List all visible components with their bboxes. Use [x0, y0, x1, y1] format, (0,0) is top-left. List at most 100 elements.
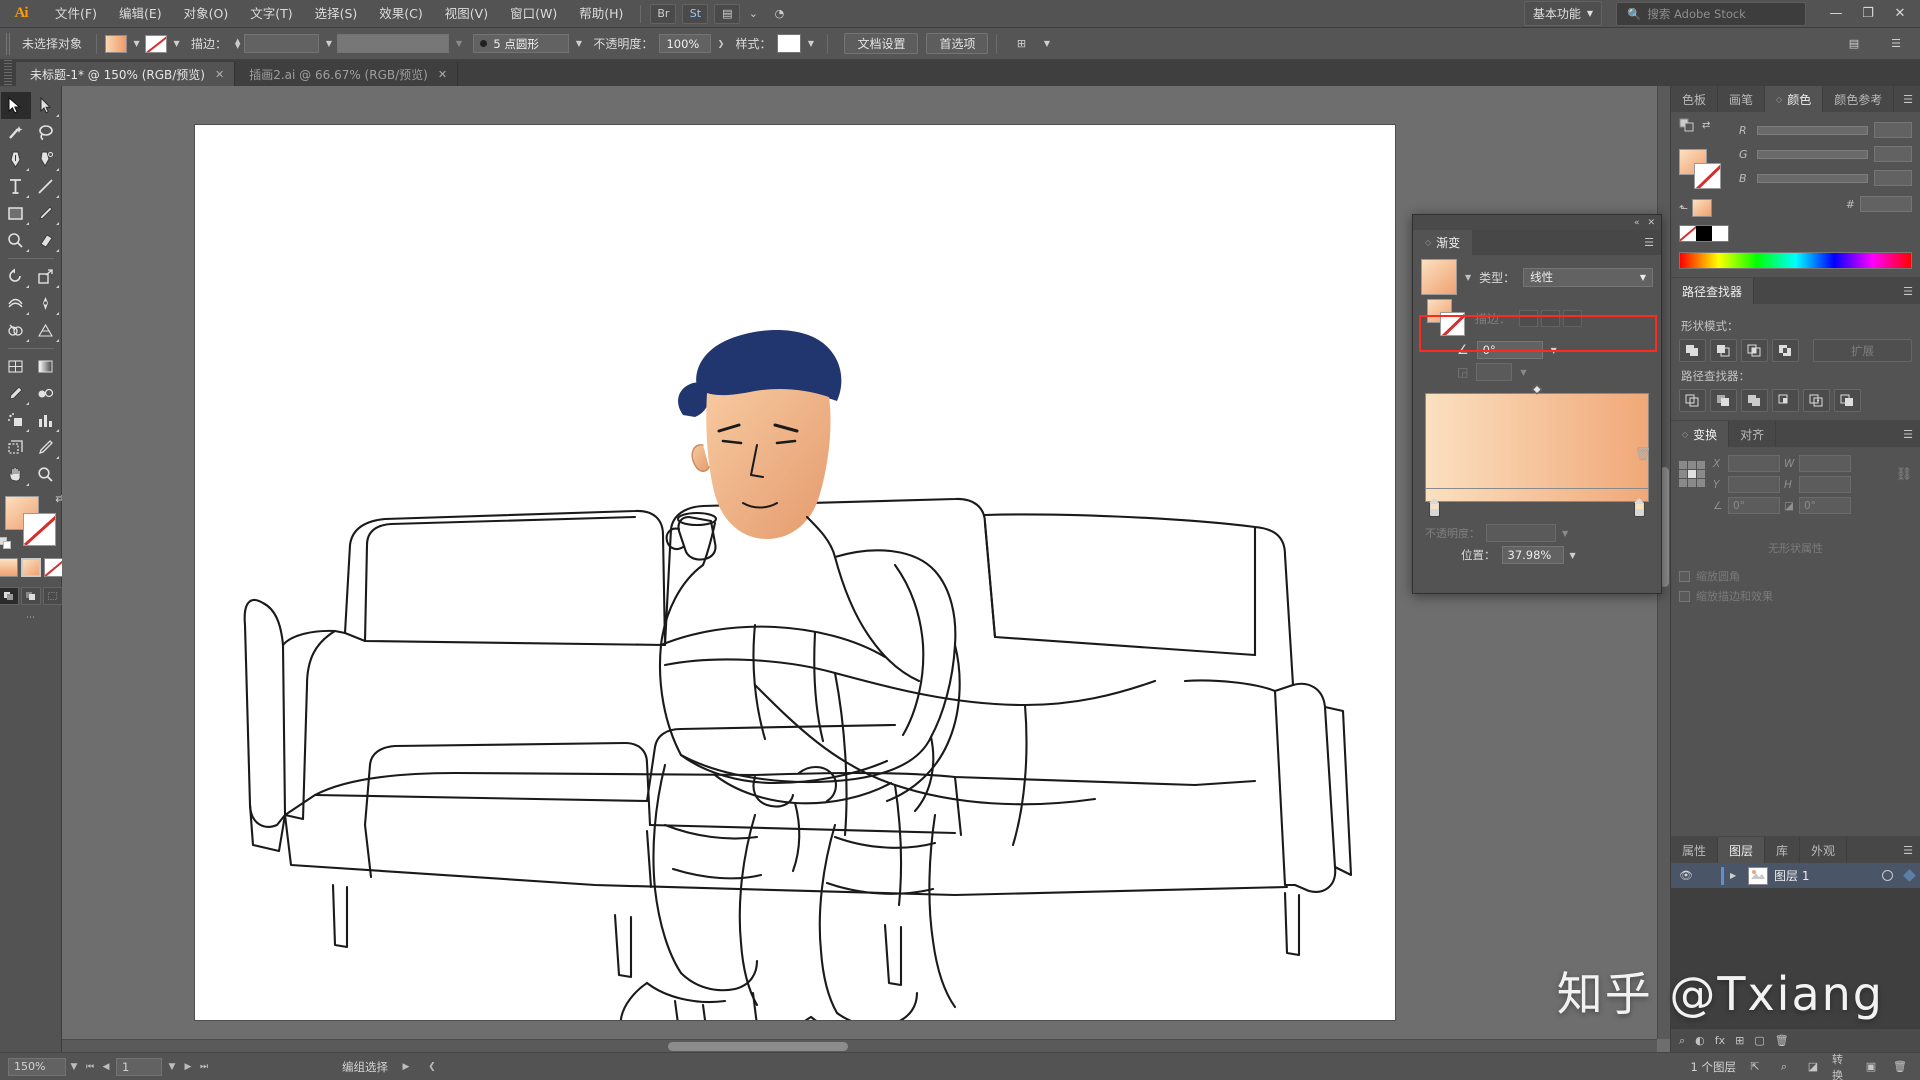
arrange-documents-icon[interactable]: ▤	[714, 3, 741, 24]
gradient-collapse-icon[interactable]: «	[1634, 218, 1640, 228]
scale-strokes-checkbox[interactable]	[1679, 590, 1690, 602]
close-button[interactable]: ✕	[1884, 2, 1916, 26]
draw-inside-mode[interactable]	[42, 587, 63, 605]
swap-colors-icon[interactable]: ⇄	[1702, 120, 1710, 131]
rectangle-tool[interactable]	[1, 200, 31, 227]
style-dropdown-icon[interactable]: ▼	[802, 35, 819, 53]
arrange-panels-icon[interactable]: ▤	[1841, 34, 1867, 54]
gradient-stop-start[interactable]	[1429, 498, 1440, 517]
gradient-aspect-input[interactable]	[1476, 363, 1513, 381]
shaper-tool[interactable]	[1, 227, 31, 254]
gradient-position-dropdown-icon[interactable]: ▼	[1570, 551, 1576, 560]
fill-dropdown-icon[interactable]: ▼	[128, 35, 145, 53]
transform-panel-menu-icon[interactable]: ☰	[1896, 421, 1920, 447]
document-setup-button[interactable]: 文档设置	[844, 33, 919, 54]
stroke-gradient-within-button[interactable]	[1519, 309, 1539, 327]
stroke-gradient-along-button[interactable]	[1541, 309, 1561, 327]
stroke-dropdown-icon[interactable]: ▼	[168, 35, 185, 53]
restore-button[interactable]: ❐	[1852, 2, 1884, 26]
next-artboard-button[interactable]: ▶	[180, 1058, 196, 1076]
rotate-input[interactable]: 0°	[1728, 497, 1780, 514]
layers-panel-menu-icon[interactable]: ☰	[1896, 837, 1920, 863]
stroke-weight-stepper[interactable]: ▲ ▼	[235, 37, 240, 49]
tab-gradient[interactable]: ◇ 渐变	[1413, 230, 1473, 255]
slider-value-r[interactable]	[1874, 122, 1912, 138]
toolbar-more-icon[interactable]: ⋯	[26, 613, 35, 623]
preferences-button[interactable]: 首选项	[926, 33, 989, 54]
align-objects-icon[interactable]: ⊞	[1008, 34, 1034, 54]
stroke-color-swatch[interactable]	[145, 34, 168, 53]
tab-pathfinder[interactable]: 路径查找器	[1671, 278, 1755, 304]
y-input[interactable]	[1728, 476, 1780, 493]
stroke-profile-field[interactable]	[337, 34, 450, 53]
layer-name[interactable]: 图层 1	[1774, 867, 1876, 884]
artboard-number-field[interactable]: 1	[116, 1057, 162, 1076]
gradient-panel-menu-icon[interactable]: ☰	[1637, 230, 1661, 255]
h-input[interactable]	[1799, 476, 1851, 493]
new-layer-icon[interactable]: ▣	[1861, 1058, 1881, 1076]
menu-view[interactable]: 视图(V)	[434, 1, 499, 27]
gradient-type-select[interactable]: 线性 ▼	[1523, 267, 1653, 287]
locate-object-icon[interactable]: ⇱	[1745, 1058, 1765, 1076]
merge-button[interactable]	[1741, 389, 1768, 412]
document-tab-2-close-icon[interactable]: ✕	[438, 68, 447, 81]
menu-object[interactable]: 对象(O)	[173, 1, 240, 27]
scale-corners-option[interactable]: 缩放圆角	[1671, 566, 1920, 586]
menu-type[interactable]: 文字(T)	[239, 1, 303, 27]
black-swatch[interactable]	[1696, 226, 1712, 241]
fx-icon[interactable]: 转换	[1832, 1053, 1852, 1080]
zoom-level-field[interactable]: 150%	[8, 1057, 66, 1076]
trim-button[interactable]	[1710, 389, 1737, 412]
status-play-icon[interactable]: ▶	[398, 1058, 414, 1076]
shape-builder-tool[interactable]	[1, 317, 31, 344]
gradient-slider[interactable]	[1425, 489, 1649, 522]
layer-visibility-icon[interactable]: 👁	[1677, 869, 1695, 882]
tab-appearance[interactable]: 外观	[1800, 837, 1848, 863]
document-tab-1-close-icon[interactable]: ✕	[215, 68, 224, 81]
column-graph-tool[interactable]	[31, 407, 61, 434]
panel-menu-icon[interactable]: ☰	[1883, 34, 1909, 54]
zoom-tool[interactable]	[31, 461, 61, 488]
stroke-weight-dropdown-icon[interactable]: ▼	[320, 35, 337, 53]
gradient-slider-track[interactable]	[1425, 489, 1649, 502]
workspace-switcher[interactable]: 基本功能 ▼	[1523, 1, 1602, 26]
none-swatch[interactable]	[1680, 226, 1696, 241]
type-tool[interactable]	[1, 173, 31, 200]
align-dropdown-icon[interactable]: ▼	[1038, 35, 1055, 53]
slider-value-b[interactable]	[1874, 170, 1912, 186]
gradient-mode-swatch[interactable]	[0, 558, 18, 577]
slider-track-r[interactable]	[1757, 125, 1868, 135]
control-bar-grip[interactable]	[6, 32, 12, 55]
toolbar-stroke-swatch[interactable]	[22, 513, 56, 546]
layer-expand-icon[interactable]: ▶	[1730, 871, 1742, 880]
tab-libraries[interactable]: 库	[1765, 837, 1801, 863]
width-tool[interactable]	[1, 290, 31, 317]
gradient-tool[interactable]	[31, 353, 61, 380]
curvature-tool[interactable]	[31, 146, 61, 173]
slider-track-g[interactable]	[1757, 149, 1868, 159]
gradient-close-icon[interactable]: ✕	[1647, 218, 1655, 228]
gradient-large-preview[interactable]	[1425, 393, 1649, 489]
rotate-tool[interactable]	[1, 263, 31, 290]
perspective-grid-tool[interactable]	[31, 317, 61, 344]
first-artboard-button[interactable]: ⏮	[82, 1058, 98, 1076]
gradient-panel[interactable]: « ✕ ◇ 渐变 ☰ ▼ 类型： 线性 ▼ 描边： ∠ 0° ▼ ◲ ▼ 🗑 不…	[1412, 214, 1662, 594]
symbol-sprayer-tool[interactable]	[1, 407, 31, 434]
exclude-button[interactable]	[1772, 339, 1799, 362]
artboard[interactable]	[195, 125, 1395, 1020]
menu-edit[interactable]: 编辑(E)	[108, 1, 173, 27]
divide-button[interactable]	[1679, 389, 1706, 412]
gradient-stop-end[interactable]	[1634, 498, 1645, 517]
pen-tool[interactable]	[1, 146, 31, 173]
tab-transform[interactable]: ◇ 变换	[1671, 421, 1730, 447]
blend-tool[interactable]	[31, 380, 61, 407]
layers-footer-icon-delete[interactable]: 🗑	[1775, 1034, 1789, 1047]
eraser-tool[interactable]	[31, 227, 61, 254]
color-spectrum-bar[interactable]	[1679, 252, 1912, 269]
intersect-button[interactable]	[1741, 339, 1768, 362]
gradient-position-input[interactable]: 37.98%	[1501, 546, 1564, 564]
tab-layers[interactable]: 图层	[1718, 837, 1766, 863]
crop-button[interactable]	[1772, 389, 1799, 412]
scale-corners-checkbox[interactable]	[1679, 570, 1690, 582]
artboard-tool[interactable]	[1, 434, 31, 461]
